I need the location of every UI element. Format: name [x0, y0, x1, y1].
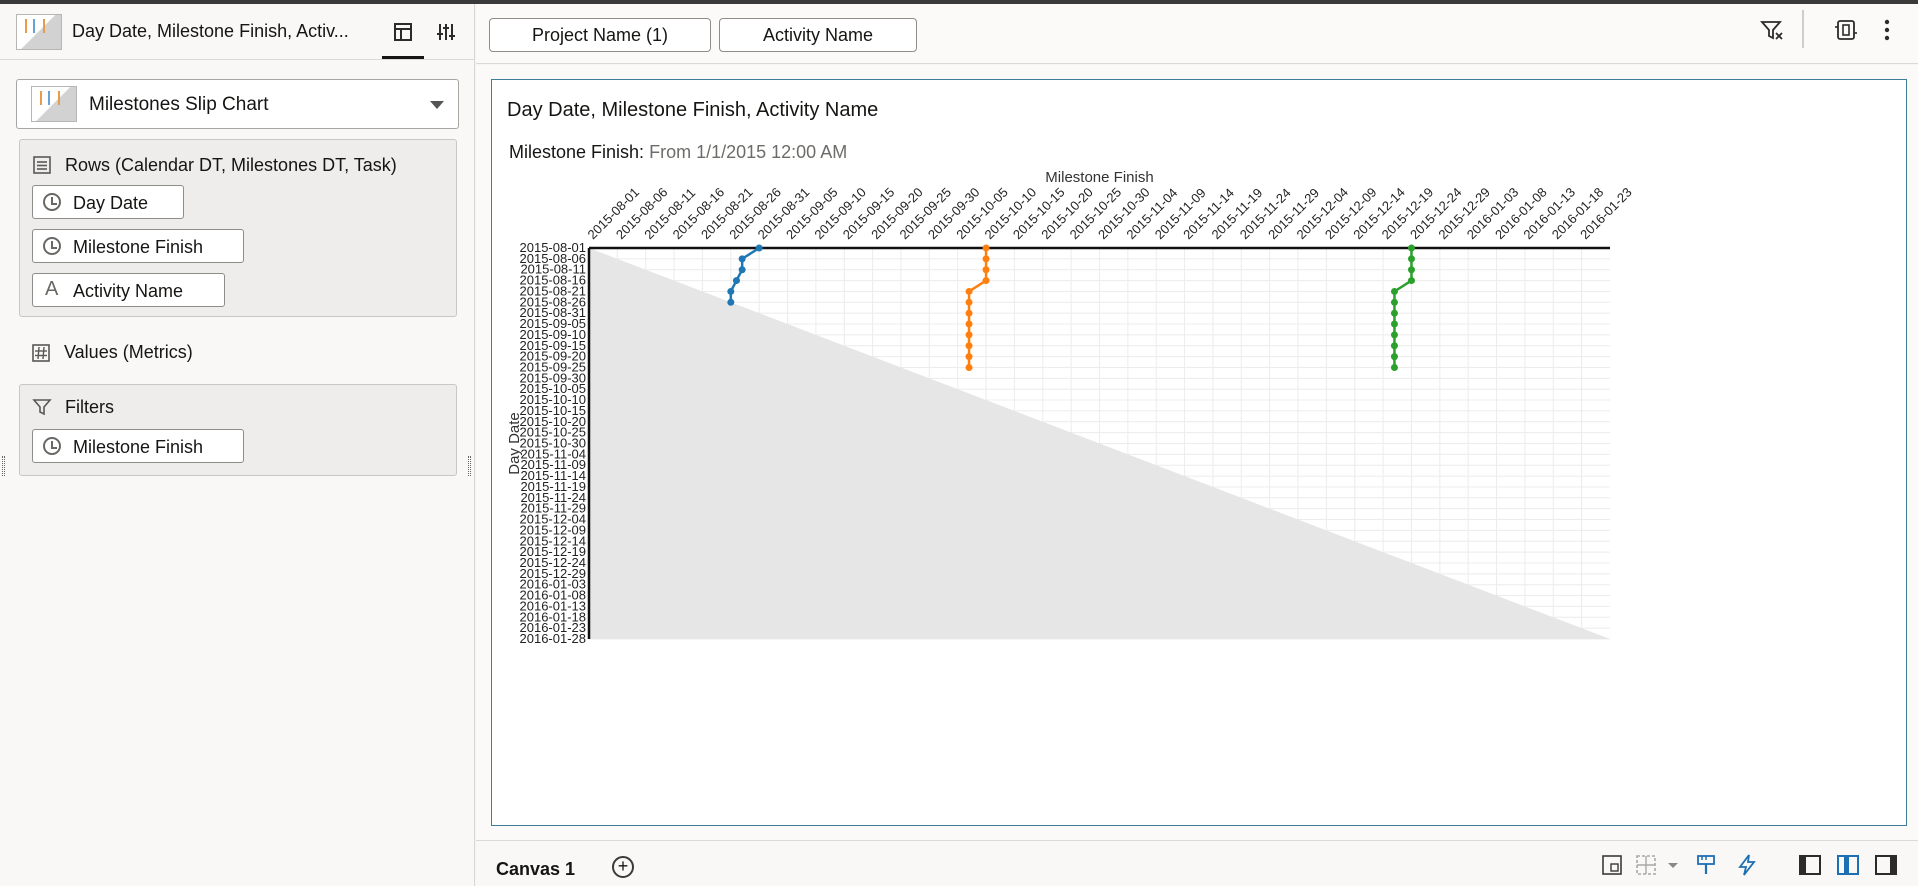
filters-section[interactable]: Filters Milestone Finish	[19, 384, 457, 476]
series-point-3	[1390, 298, 1398, 306]
left-resize-handle[interactable]	[2, 456, 5, 476]
y-axis-title: Day Date	[506, 412, 523, 475]
viz-container[interactable]: Day Date, Milestone Finish, Activity Nam…	[491, 79, 1907, 826]
rows-icon	[32, 155, 52, 175]
series-point-2	[982, 266, 990, 274]
toolbar-separator	[1802, 10, 1804, 48]
chevron-down-icon[interactable]	[1661, 854, 1685, 878]
series-point-2	[965, 363, 973, 371]
active-tab-indicator	[382, 56, 424, 59]
series-point-1	[738, 255, 746, 263]
filter-chip-activity-name[interactable]: Activity Name	[719, 18, 917, 52]
series-point-3	[1407, 244, 1415, 252]
filter-icon	[32, 397, 52, 417]
clock-icon	[43, 437, 61, 455]
series-point-2	[965, 287, 973, 295]
row-pill-milestone-finish[interactable]: Milestone Finish	[32, 229, 244, 263]
series-point-1	[727, 298, 735, 306]
middle-panel-toggle-icon[interactable]	[1836, 854, 1860, 878]
series-point-1	[738, 266, 746, 274]
series-point-3	[1390, 287, 1398, 295]
viz-name-title[interactable]: Day Date, Milestone Finish, Activ...	[72, 21, 349, 42]
series-point-3	[1390, 309, 1398, 317]
series-line-2	[967, 248, 988, 368]
series-point-2	[965, 331, 973, 339]
y-tick-label: 2016-01-28	[520, 631, 587, 646]
series-point-2	[982, 244, 990, 252]
viz-thumbnail-icon	[16, 14, 62, 50]
viz-type-picker[interactable]: Milestones Slip Chart	[16, 79, 459, 129]
series-point-2	[965, 298, 973, 306]
values-section-title: Values (Metrics)	[64, 342, 193, 362]
series-point-1	[727, 287, 735, 295]
filter-bar: Project Name (1) Activity Name	[476, 4, 1918, 64]
series-point-2	[965, 353, 973, 361]
series-point-3	[1390, 353, 1398, 361]
series-point-2	[982, 255, 990, 263]
series-point-3	[1390, 363, 1398, 371]
series-point-3	[1390, 342, 1398, 350]
row-pill-activity-name[interactable]: A Activity Name	[32, 273, 225, 307]
layout-icon[interactable]	[1634, 854, 1658, 878]
metrics-icon	[31, 343, 51, 363]
milestone-slip-chart[interactable]: 2015-08-012015-08-062015-08-112015-08-16…	[492, 80, 1906, 825]
more-options-icon[interactable]	[1874, 18, 1900, 44]
add-canvas-button[interactable]: +	[612, 856, 634, 878]
series-line-1	[729, 246, 760, 303]
data-panel: Day Date, Milestone Finish, Activ... Mil…	[0, 4, 475, 886]
canvas-properties-icon[interactable]	[1600, 854, 1624, 878]
left-panel-toggle-icon[interactable]	[1798, 854, 1822, 878]
series-point-2	[965, 320, 973, 328]
clock-icon	[43, 193, 61, 211]
x-axis-title: Milestone Finish	[1045, 169, 1153, 186]
series-point-2	[982, 277, 990, 285]
series-point-1	[755, 244, 763, 252]
rows-section-title: Rows (Calendar DT, Milestones DT, Task)	[65, 155, 397, 175]
panel-header: Day Date, Milestone Finish, Activ...	[0, 4, 475, 60]
series-point-3	[1407, 266, 1415, 274]
right-panel-toggle-icon[interactable]	[1874, 854, 1898, 878]
series-point-2	[965, 342, 973, 350]
series-line-3	[1393, 248, 1413, 368]
visualize-grammar-icon[interactable]	[391, 20, 415, 44]
milestone-chart-icon	[31, 86, 77, 122]
auto-insights-icon[interactable]	[1735, 854, 1759, 878]
chevron-down-icon[interactable]	[430, 101, 444, 109]
canvas-tab-1[interactable]: Canvas 1	[496, 859, 575, 880]
row-pill-day-date[interactable]: Day Date	[32, 185, 184, 219]
series-point-2	[965, 309, 973, 317]
viz-type-label: Milestones Slip Chart	[89, 94, 269, 115]
filters-section-title: Filters	[65, 397, 114, 417]
rows-section[interactable]: Rows (Calendar DT, Milestones DT, Task) …	[19, 139, 457, 317]
series-point-3	[1390, 331, 1398, 339]
present-icon[interactable]	[1833, 18, 1859, 44]
right-resize-handle[interactable]	[468, 456, 471, 476]
filter-chip-project-name[interactable]: Project Name (1)	[489, 18, 711, 52]
series-point-3	[1390, 320, 1398, 328]
series-point-3	[1407, 277, 1415, 285]
filter-clear-icon[interactable]	[1759, 18, 1785, 44]
values-section[interactable]: Values (Metrics)	[19, 334, 457, 374]
format-brush-icon[interactable]	[1694, 854, 1718, 878]
text-attribute-icon: A	[45, 278, 59, 300]
properties-icon[interactable]	[434, 20, 458, 44]
series-point-1	[732, 277, 740, 285]
filter-pill-milestone-finish[interactable]: Milestone Finish	[32, 429, 244, 463]
series-point-3	[1407, 255, 1415, 263]
clock-icon	[43, 237, 61, 255]
